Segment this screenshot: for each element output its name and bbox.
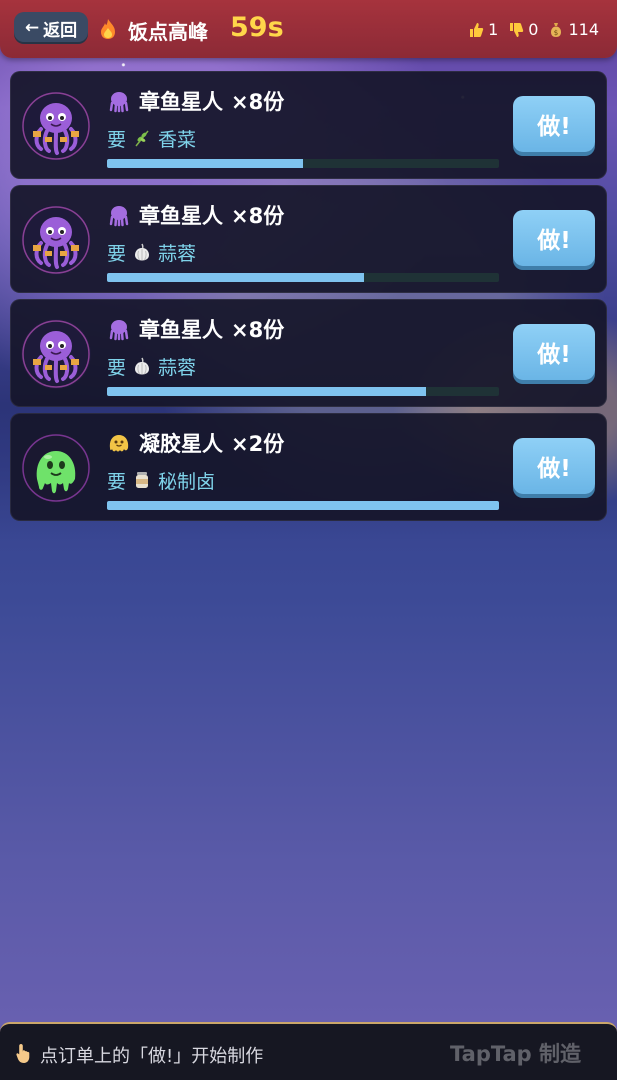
order-quantity: ×8份: [231, 90, 285, 114]
order-card: 凝胶星人 ×2份 要 秘制卤 做!: [10, 413, 607, 521]
ingredient-row: 要 香菜: [107, 124, 196, 152]
stage-title: 饭点高峰: [128, 20, 208, 44]
make-button[interactable]: 做!: [513, 96, 595, 152]
progress-bar: [107, 273, 499, 282]
customer-name: 章鱼星人: [139, 90, 223, 114]
customer-name: 章鱼星人: [139, 204, 223, 228]
ingredient-name: 蒜蓉: [158, 242, 197, 265]
make-button[interactable]: 做!: [513, 324, 595, 380]
customer-row: 章鱼星人 ×8份: [107, 314, 284, 344]
garlic-icon: [132, 356, 152, 376]
need-label: 要: [107, 356, 127, 379]
back-arrow-icon: ←: [24, 18, 40, 38]
customer-row: 章鱼星人 ×8份: [107, 200, 284, 230]
ingredient-name: 蒜蓉: [158, 356, 197, 379]
octopus-icon: [107, 203, 131, 227]
ingredient-name: 香菜: [158, 128, 197, 151]
ingredient-row: 要 蒜蓉: [107, 238, 196, 266]
money-bag-icon: $: [548, 22, 564, 38]
back-button[interactable]: ← 返回: [14, 12, 88, 44]
back-label: 返回: [43, 20, 78, 41]
progress-fill: [107, 387, 427, 396]
progress-bar: [107, 159, 499, 168]
octopus-customer-avatar: [21, 205, 91, 275]
coins-count: 114: [568, 20, 599, 39]
slime-icon: [107, 431, 131, 455]
customer-row: 凝胶星人 ×2份: [107, 428, 284, 458]
customer-row: 章鱼星人 ×8份: [107, 86, 284, 116]
order-quantity: ×8份: [231, 204, 285, 228]
likes-count: 1: [488, 20, 499, 39]
order-card: 章鱼星人 ×8份 要 蒜蓉 做!: [10, 299, 607, 407]
customer-name: 章鱼星人: [139, 318, 223, 342]
make-button[interactable]: 做!: [513, 210, 595, 266]
pointing-hand-icon: [14, 1042, 34, 1064]
ingredient-row: 要 秘制卤: [107, 466, 215, 494]
thumbs-down-icon: [508, 22, 524, 38]
progress-fill: [107, 273, 364, 282]
need-label: 要: [107, 128, 127, 151]
ingredient-name: 秘制卤: [158, 470, 216, 493]
hint-text: 点订单上的「做!」开始制作: [40, 1046, 264, 1067]
top-bar: ← 返回 饭点高峰 59s 1 0 $ 114: [0, 0, 617, 58]
order-card: 章鱼星人 ×8份 要 香菜 做!: [10, 71, 607, 179]
dislikes-count: 0: [528, 20, 539, 39]
octopus-customer-avatar: [21, 91, 91, 161]
need-label: 要: [107, 470, 127, 493]
octopus-icon: [107, 89, 131, 113]
customer-name: 凝胶星人: [139, 432, 223, 456]
fire-icon: [98, 18, 118, 40]
order-quantity: ×8份: [231, 318, 285, 342]
progress-fill: [107, 159, 303, 168]
herb-icon: [132, 128, 152, 148]
octopus-customer-avatar: [21, 319, 91, 389]
order-card: 章鱼星人 ×8份 要 蒜蓉 做!: [10, 185, 607, 293]
ingredient-row: 要 蒜蓉: [107, 352, 196, 380]
progress-bar: [107, 501, 499, 510]
taptap-watermark: TapTap 制造: [450, 1042, 581, 1066]
thumbs-up-icon: [468, 22, 484, 38]
jar-icon: [132, 470, 152, 490]
progress-fill: [107, 501, 499, 510]
hint-bar: 点订单上的「做!」开始制作 TapTap 制造: [0, 1022, 617, 1080]
need-label: 要: [107, 242, 127, 265]
octopus-icon: [107, 317, 131, 341]
garlic-icon: [132, 242, 152, 262]
stats-panel: 1 0 $ 114: [468, 20, 599, 39]
order-quantity: ×2份: [231, 432, 285, 456]
svg-text:$: $: [554, 29, 558, 37]
progress-bar: [107, 387, 499, 396]
countdown-timer: 59s: [230, 12, 284, 43]
make-button[interactable]: 做!: [513, 438, 595, 494]
slime-customer-avatar: [21, 433, 91, 503]
